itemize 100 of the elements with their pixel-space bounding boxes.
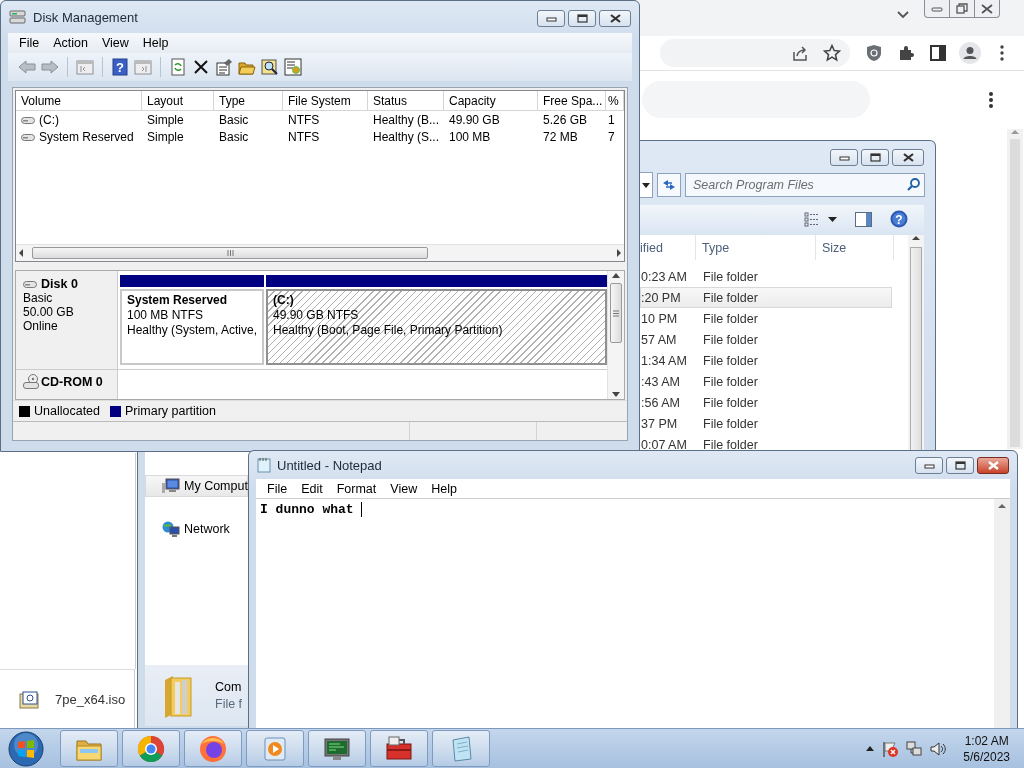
search-icon[interactable] — [907, 178, 920, 191]
taskbar-button[interactable] — [308, 730, 366, 767]
list-row[interactable]: :43 AM File folder — [640, 371, 892, 392]
list-row[interactable]: :56 AM File folder — [640, 392, 892, 413]
nav-item[interactable]: My Comput — [145, 475, 248, 497]
clock-time[interactable]: 1:02 AM — [964, 732, 1009, 749]
column-header[interactable]: Type — [214, 91, 283, 110]
column-header[interactable]: Layout — [142, 91, 214, 110]
scrollbar[interactable] — [994, 499, 1010, 728]
scrollbar[interactable] — [908, 235, 924, 451]
column-header[interactable]: Status — [368, 91, 444, 110]
scrollbar[interactable] — [16, 244, 624, 261]
minimize-button[interactable] — [537, 10, 565, 27]
list-row[interactable]: 10 PM File folder — [640, 308, 892, 329]
view-options-icon[interactable] — [804, 211, 820, 227]
maximize-button[interactable] — [568, 10, 596, 27]
table-cell[interactable]: System Reserved — [39, 129, 134, 144]
scroll-up-icon[interactable] — [611, 271, 621, 279]
show-hidden-icons-button[interactable] — [865, 745, 876, 752]
share-icon[interactable] — [791, 44, 809, 62]
list-row[interactable]: 57 AM File folder — [640, 329, 892, 350]
maximize-icon[interactable] — [869, 153, 881, 162]
start-button[interactable] — [8, 730, 44, 767]
menu-item[interactable]: View — [383, 481, 425, 496]
column-header[interactable]: Type — [696, 235, 816, 260]
maximize-icon[interactable] — [954, 461, 966, 470]
minimize-icon[interactable] — [838, 153, 850, 162]
file-name[interactable]: 7pe_x64.iso — [55, 692, 126, 707]
column-header[interactable]: Free Spa... — [538, 91, 606, 110]
refresh-icon[interactable] — [662, 178, 676, 192]
taskbar-button[interactable] — [122, 730, 180, 767]
scroll-right-icon[interactable] — [614, 248, 624, 258]
network-icon[interactable] — [905, 739, 924, 758]
column-header[interactable]: File System — [283, 91, 368, 110]
list-row[interactable]: 37 PM File folder — [640, 413, 892, 434]
preview-pane-icon[interactable] — [855, 211, 872, 227]
menu-item[interactable]: Help — [424, 481, 464, 496]
menu-item[interactable]: File — [260, 481, 295, 496]
caret-icon[interactable] — [642, 182, 650, 188]
column-header[interactable]: % — [606, 91, 624, 110]
minimize-icon[interactable] — [931, 4, 943, 13]
close-button[interactable] — [892, 149, 924, 166]
maximize-button[interactable] — [861, 149, 889, 166]
properties-icon[interactable] — [215, 58, 233, 76]
restore-icon[interactable] — [956, 3, 968, 14]
settings-icon[interactable] — [284, 58, 302, 76]
taskbar-button[interactable] — [184, 730, 242, 767]
list-row[interactable]: 1:34 AM File folder — [640, 350, 892, 371]
search-field[interactable]: Search Program Files — [685, 173, 925, 197]
puzzle-icon[interactable] — [897, 44, 915, 62]
minimize-icon[interactable] — [545, 14, 557, 23]
minimize-button[interactable] — [915, 457, 943, 474]
menu-item[interactable]: Help — [135, 36, 176, 50]
close-button[interactable] — [977, 457, 1009, 474]
refresh-button[interactable] — [657, 173, 681, 197]
menu-item[interactable]: File — [12, 36, 47, 50]
minimize-icon[interactable] — [923, 461, 935, 470]
scroll-down-icon[interactable] — [611, 391, 621, 399]
column-header[interactable]: Volume — [16, 91, 142, 110]
taskbar-button[interactable] — [370, 730, 428, 767]
table-cell[interactable]: (C:) — [39, 112, 59, 127]
partition-block[interactable]: (C:) 49.90 GB NTFS Healthy (Boot, Page File, Primary Partition) — [266, 289, 607, 365]
close-icon[interactable] — [609, 14, 621, 23]
flag-icon[interactable] — [881, 739, 900, 758]
dropdown-button[interactable] — [640, 172, 653, 198]
search-icon[interactable] — [261, 58, 279, 76]
column-header[interactable]: Capacity — [444, 91, 538, 110]
menu-item[interactable]: Format — [329, 481, 384, 496]
side-panel-icon[interactable] — [929, 44, 947, 62]
maximize-button[interactable] — [946, 457, 974, 474]
menu-item[interactable]: Edit — [294, 481, 330, 496]
scroll-up-icon[interactable] — [998, 503, 1006, 509]
chevron-down-icon[interactable] — [896, 10, 910, 20]
list-row[interactable]: 0:07 AM File folder — [640, 434, 892, 451]
shield-icon[interactable] — [865, 44, 883, 62]
menu-item[interactable]: Action — [46, 36, 95, 50]
minimize-button[interactable] — [830, 149, 858, 166]
list-row[interactable]: 0:23 AM File folder — [640, 266, 892, 287]
profile-avatar[interactable] — [959, 42, 981, 64]
refresh-icon[interactable] — [169, 58, 187, 76]
menu-item[interactable]: View — [94, 36, 136, 50]
help-icon[interactable]: ? — [111, 58, 129, 76]
maximize-icon[interactable] — [576, 14, 588, 23]
help-icon[interactable]: ? — [890, 210, 908, 228]
scrollbar[interactable] — [1007, 129, 1023, 449]
close-icon[interactable] — [981, 3, 993, 14]
close-button[interactable] — [599, 10, 631, 27]
delete-icon[interactable] — [192, 58, 210, 76]
clock-date[interactable]: 5/6/2023 — [963, 748, 1010, 765]
column-header[interactable]: Size — [816, 235, 894, 260]
star-icon[interactable] — [823, 44, 841, 62]
speaker-icon[interactable] — [929, 739, 948, 758]
iso-file-icon[interactable] — [19, 690, 39, 709]
list-row[interactable]: :20 PM File folder — [640, 287, 892, 308]
close-icon[interactable] — [902, 153, 914, 162]
scrollbar[interactable] — [607, 271, 624, 399]
scroll-up-icon[interactable] — [912, 235, 920, 241]
nav-item[interactable]: Network — [145, 518, 248, 540]
menu-icon[interactable] — [987, 91, 995, 109]
partition-block[interactable]: System Reserved 100 MB NTFS Healthy (System, Active, — [120, 289, 264, 365]
